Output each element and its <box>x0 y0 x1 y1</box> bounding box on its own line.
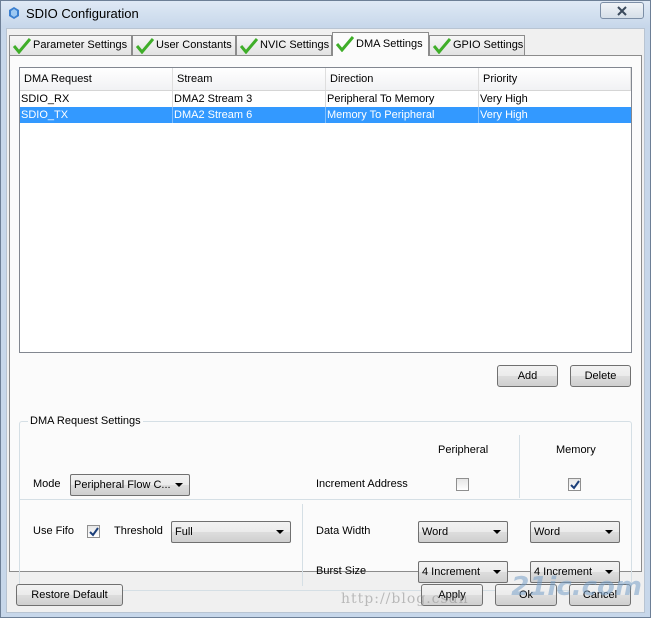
dialog-client: Parameter Settings User Constants NVIC S… <box>6 28 645 613</box>
title-bar[interactable]: SDIO Configuration <box>1 1 650 27</box>
burst-size-label: Burst Size <box>316 565 367 577</box>
column-header-direction[interactable]: Direction <box>326 68 479 90</box>
cell-stream: DMA2 Stream 3 <box>173 91 326 107</box>
check-icon <box>136 38 154 54</box>
dma-request-settings-group: DMA Request Settings Peripheral Memory M… <box>19 415 632 591</box>
threshold-select[interactable]: Full <box>171 521 291 543</box>
cell-priority: Very High <box>480 109 528 121</box>
column-header-stream[interactable]: Stream <box>173 68 326 90</box>
tab-gpio-settings[interactable]: GPIO Settings <box>429 35 525 55</box>
cell-direction: Memory To Peripheral <box>326 107 479 123</box>
increment-address-label: Increment Address <box>316 478 408 490</box>
tab-label: Parameter Settings <box>33 39 128 51</box>
delete-button[interactable]: Delete <box>570 365 631 387</box>
section-divider <box>20 499 631 500</box>
table-row-selected[interactable]: SDIO_TX DMA2 Stream 6 Memory To Peripher… <box>20 107 631 123</box>
dropdown-arrow-icon <box>493 530 501 534</box>
watermark-url: http://blog.csdn <box>341 591 469 607</box>
dropdown-arrow-icon <box>493 570 501 574</box>
checkmark-icon <box>89 527 99 537</box>
window-title: SDIO Configuration <box>26 6 139 21</box>
close-button[interactable] <box>600 2 644 19</box>
peripheral-data-width-value: Word <box>422 526 449 538</box>
dialog-window: SDIO Configuration Parameter Settings Us… <box>0 0 651 618</box>
table-header: DMA Request Stream Direction Priority <box>20 68 631 91</box>
dropdown-arrow-icon <box>175 483 183 487</box>
tab-dma-settings[interactable]: DMA Settings <box>332 32 429 56</box>
threshold-label: Threshold <box>114 525 163 537</box>
tab-nvic-settings[interactable]: NVIC Settings <box>236 35 332 55</box>
cell-stream: DMA2 Stream 6 <box>173 107 326 123</box>
memory-increment-checkbox[interactable] <box>568 478 581 491</box>
close-icon <box>617 6 627 16</box>
check-icon <box>336 36 354 52</box>
app-icon <box>9 7 19 19</box>
peripheral-data-width-select[interactable]: Word <box>418 521 508 543</box>
table-row[interactable]: SDIO_RX DMA2 Stream 3 Peripheral To Memo… <box>20 91 631 107</box>
cell-direction: Peripheral To Memory <box>326 91 479 107</box>
use-fifo-label: Use Fifo <box>33 525 74 537</box>
tab-user-constants[interactable]: User Constants <box>132 35 236 55</box>
cell-dma-request: SDIO_RX <box>20 91 173 107</box>
dma-request-table[interactable]: DMA Request Stream Direction Priority SD… <box>19 67 632 353</box>
dropdown-arrow-icon <box>276 530 284 534</box>
peripheral-burst-size-value: 4 Increment <box>422 566 481 578</box>
peripheral-header: Peripheral <box>438 444 489 456</box>
mode-label: Mode <box>33 478 61 490</box>
tab-label: GPIO Settings <box>453 39 524 51</box>
threshold-value: Full <box>175 526 193 538</box>
peripheral-burst-size-select[interactable]: 4 Increment <box>418 561 508 583</box>
add-button[interactable]: Add <box>497 365 558 387</box>
mode-value: Peripheral Flow C... <box>74 479 171 491</box>
column-header-priority[interactable]: Priority <box>479 68 631 90</box>
column-header-dma-request[interactable]: DMA Request <box>20 68 173 90</box>
group-title: DMA Request Settings <box>28 415 143 427</box>
check-icon <box>13 38 31 54</box>
section-divider-vertical <box>302 504 303 586</box>
dma-settings-panel: DMA Request Stream Direction Priority SD… <box>9 55 642 591</box>
tab-label: DMA Settings <box>356 38 423 50</box>
memory-data-width-value: Word <box>534 526 561 538</box>
tab-label: User Constants <box>156 39 232 51</box>
cell-dma-request: SDIO_TX <box>20 107 173 123</box>
check-icon <box>240 38 258 54</box>
memory-header: Memory <box>556 444 596 456</box>
watermark-logo: 21ic.com <box>511 572 642 602</box>
check-icon <box>433 38 451 54</box>
data-width-label: Data Width <box>316 525 371 537</box>
column-divider <box>519 435 520 498</box>
use-fifo-checkbox[interactable] <box>87 525 100 538</box>
checkmark-icon <box>570 480 580 490</box>
memory-data-width-select[interactable]: Word <box>530 521 620 543</box>
mode-select[interactable]: Peripheral Flow C... <box>70 474 190 496</box>
peripheral-increment-checkbox[interactable] <box>456 478 469 491</box>
tab-label: NVIC Settings <box>260 39 330 51</box>
cell-priority: Very High <box>480 93 528 105</box>
tab-parameter-settings[interactable]: Parameter Settings <box>9 35 132 55</box>
restore-default-button[interactable]: Restore Default <box>16 584 123 606</box>
dropdown-arrow-icon <box>605 530 613 534</box>
